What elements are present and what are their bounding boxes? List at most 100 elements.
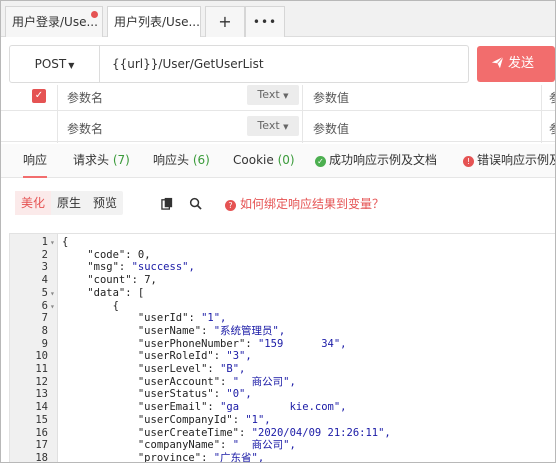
request-tab-bar: 用户登录/Use... 用户列表/Use... + ••• (1, 1, 555, 37)
line-number: 10 (35, 350, 48, 363)
column-divider (57, 85, 58, 143)
param-desc-cut: 参 (549, 89, 555, 106)
send-label: 发送 (508, 56, 535, 71)
caret-down-icon: ▼ (283, 123, 289, 131)
line-number: 8 (41, 324, 48, 337)
line-number: 13 (35, 388, 48, 401)
line-number: 14 (35, 401, 48, 414)
response-toolbar: 美化 原生 预览 ? 如何绑定响应结果到变量？ (1, 179, 555, 227)
params-table: ✓ 参数名 Text ▼ 参数值 参 参数名 Text ▼ 参数值 参 (1, 85, 555, 143)
tab-response[interactable]: 响应 (23, 144, 48, 178)
code-text: "data": [ (87, 286, 145, 299)
tab-label: 响应头 (153, 153, 190, 167)
param-name-input[interactable]: 参数名 (67, 120, 103, 137)
code-text: { (62, 236, 69, 248)
line-number: 6 (41, 299, 48, 312)
line-number: 18 (35, 451, 48, 463)
line-number: 9 (41, 337, 48, 350)
code-text: "userPhoneNumber": "159 34", (137, 337, 347, 350)
param-row: 参数名 Text ▼ 参数值 参 (1, 112, 555, 142)
code-text: "userEmail": "ga kie.com", (137, 401, 347, 414)
line-number: 16 (35, 426, 48, 439)
tab-user-login[interactable]: 用户登录/Use... (5, 6, 103, 37)
line-number: 15 (35, 413, 48, 426)
code-text: "count": 7, (87, 274, 157, 287)
method-select[interactable]: POST ▼ (10, 46, 100, 82)
code-text: "province": "广东省", (137, 451, 265, 463)
param-desc-cut: 参 (549, 120, 555, 137)
count-badge: (7) (112, 153, 130, 167)
copy-icon[interactable] (161, 197, 174, 210)
fold-toggle-icon[interactable]: ▾ (50, 287, 55, 300)
response-body-editor[interactable]: 1 ▾{2 "code": 0, 3 "msg": "success", 4 "cou… (9, 233, 555, 463)
param-type-select[interactable]: Text ▼ (247, 85, 299, 105)
line-number: 4 (41, 274, 48, 287)
api-client-window: 用户登录/Use... 用户列表/Use... + ••• POST ▼ {{ur… (0, 0, 556, 463)
code-text: "userCreateTime": "2020/04/09 21:26:11", (137, 426, 391, 439)
url-input[interactable]: {{url}}/User/GetUserList (112, 46, 264, 82)
more-tabs-button[interactable]: ••• (245, 6, 285, 37)
line-number: 17 (35, 439, 48, 452)
param-name-input[interactable]: 参数名 (67, 89, 103, 106)
line-number: 3 (41, 261, 48, 274)
raw-button[interactable]: 原生 (51, 191, 87, 215)
param-type-label: Text (257, 119, 280, 132)
fold-toggle-icon[interactable]: ▾ (50, 236, 55, 249)
line-number: 12 (35, 375, 48, 388)
count-badge: (6) (192, 153, 210, 167)
tab-success-example[interactable]: ✓ 成功响应示例及文档 (315, 144, 437, 178)
line-number: 11 (35, 363, 48, 375)
response-tab-bar: 响应 请求头 (7) 响应头 (6) Cookie (0) ✓ 成功响应示例及文档… (1, 144, 556, 178)
format-switch: 美化 原生 预览 (15, 191, 124, 215)
param-value-input[interactable]: 参数值 (313, 120, 349, 137)
param-enabled-checkbox[interactable]: ✓ (32, 89, 46, 103)
preview-button[interactable]: 预览 (87, 191, 123, 215)
new-tab-button[interactable]: + (205, 6, 245, 37)
bind-variable-help-link[interactable]: ? 如何绑定响应结果到变量？ (225, 195, 384, 212)
code-text: "userRoleId": "3", (137, 350, 252, 363)
code-text: "userLevel": "B", (137, 363, 246, 375)
help-label: 如何绑定响应结果到变量？ (240, 197, 385, 211)
tab-label: 用户列表/Use... (114, 15, 200, 29)
code-text: { (62, 299, 119, 312)
method-label: POST (34, 57, 67, 71)
code-text: "userId": "1", (137, 312, 227, 325)
send-button[interactable]: 发送 (477, 46, 555, 82)
fold-toggle-icon[interactable]: ▾ (50, 300, 55, 313)
param-row: ✓ 参数名 Text ▼ 参数值 参 (1, 85, 555, 111)
chevron-down-icon: ▼ (68, 61, 75, 70)
param-type-select[interactable]: Text ▼ (247, 116, 299, 136)
code-text: "userAccount": " 商公司", (137, 375, 296, 388)
tab-user-list[interactable]: 用户列表/Use... (107, 6, 201, 37)
tab-cookie[interactable]: Cookie (0) (233, 144, 295, 178)
line-number: 5 (41, 286, 48, 299)
code-text: "msg": "success", (87, 261, 195, 274)
line-number: 7 (41, 312, 48, 325)
count-badge: (0) (277, 153, 295, 167)
question-icon: ? (225, 200, 236, 211)
check-circle-icon: ✓ (315, 156, 326, 167)
line-number: 2 (41, 248, 48, 261)
tab-label: 请求头 (73, 153, 110, 167)
code-text: "companyName": " 商公司", (137, 439, 296, 452)
alert-circle-icon: ! (463, 156, 474, 167)
column-divider (541, 85, 542, 143)
tab-request-headers[interactable]: 请求头 (7) (73, 144, 130, 178)
url-bar: POST ▼ {{url}}/User/GetUserList (9, 45, 469, 83)
tab-label: 用户登录/Use... (12, 15, 98, 29)
param-type-label: Text (257, 88, 280, 101)
line-number: 1 (41, 236, 48, 248)
tab-label: 错误响应示例及 (477, 153, 556, 167)
send-icon (491, 56, 504, 69)
code-text: "userCompanyId": "1", (137, 413, 271, 426)
caret-down-icon: ▼ (283, 92, 289, 100)
tab-response-headers[interactable]: 响应头 (6) (153, 144, 210, 178)
tab-label: Cookie (233, 153, 274, 167)
search-icon[interactable] (189, 197, 202, 210)
code-text: "userName": "系统管理员", (137, 324, 286, 337)
param-value-input[interactable]: 参数值 (313, 89, 349, 106)
unsaved-dot-icon (91, 11, 98, 18)
pretty-button[interactable]: 美化 (15, 191, 52, 215)
tab-error-example[interactable]: ! 错误响应示例及 (463, 144, 556, 178)
tab-label: 成功响应示例及文档 (329, 153, 438, 167)
